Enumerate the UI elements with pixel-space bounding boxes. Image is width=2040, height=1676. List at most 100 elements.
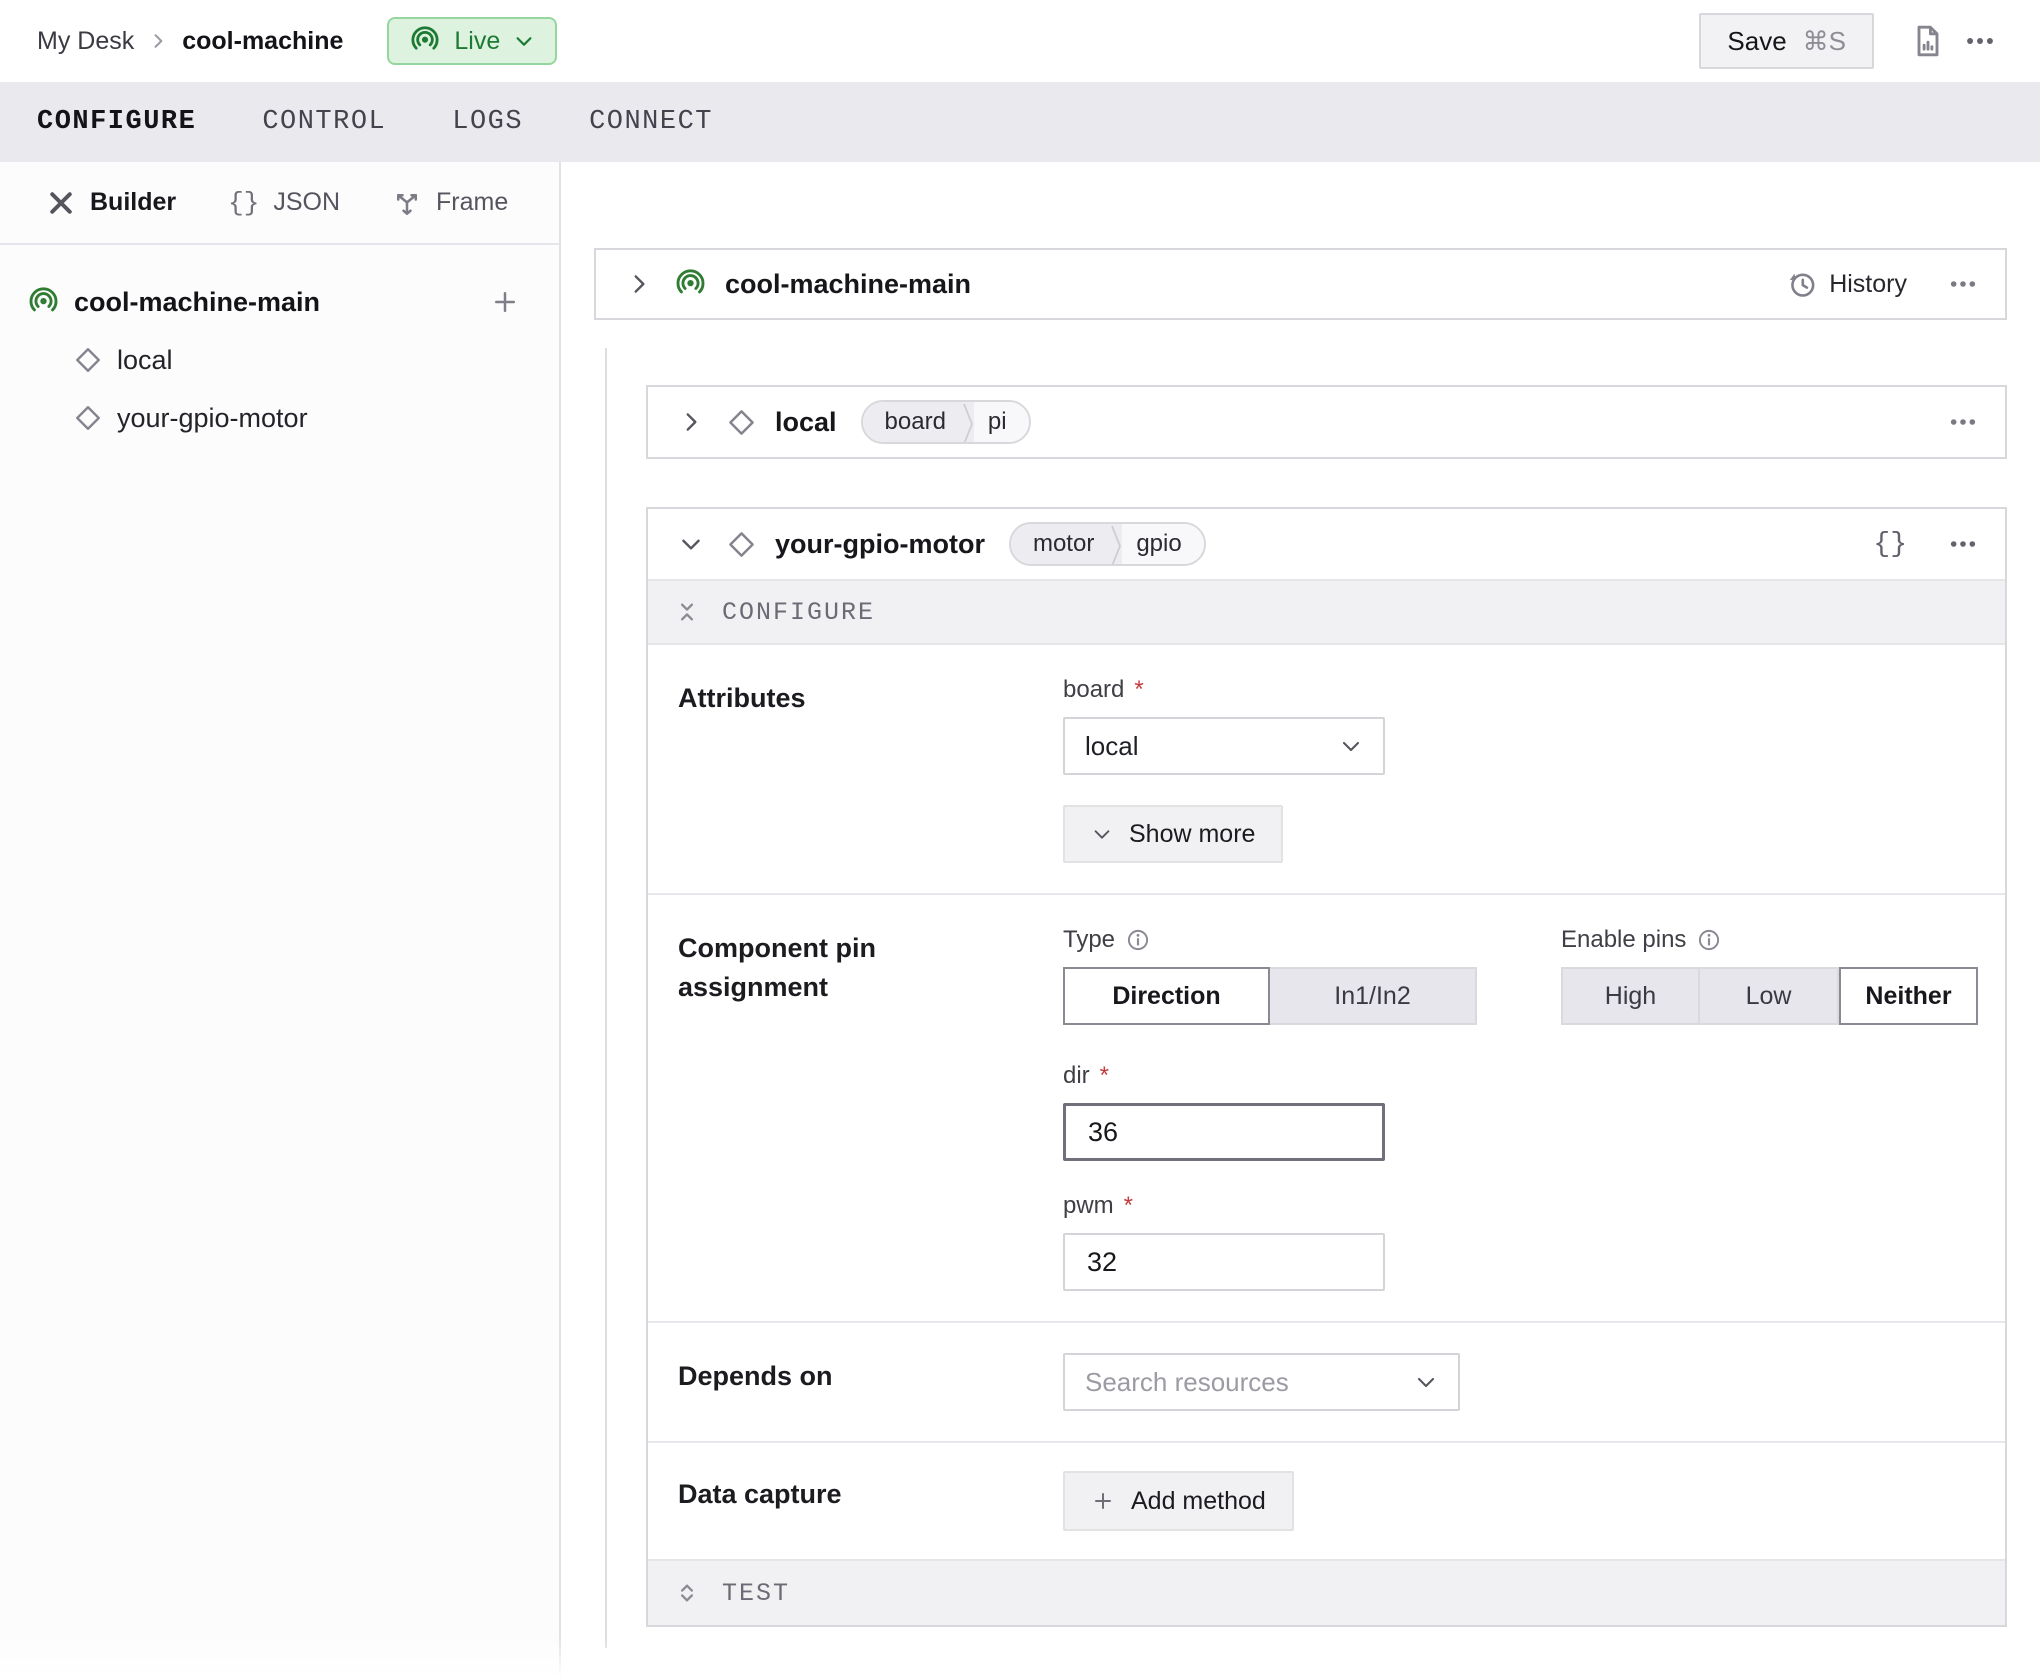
content-area: Builder {} JSON Frame bbox=[0, 162, 2040, 1676]
enable-option-high[interactable]: High bbox=[1561, 967, 1700, 1025]
breadcrumb-location[interactable]: My Desk bbox=[37, 27, 134, 56]
pwm-field-label: pwm* bbox=[1063, 1191, 1978, 1221]
machine-report-button[interactable] bbox=[1902, 15, 1954, 67]
component-diamond-icon bbox=[726, 407, 757, 438]
configure-section-header[interactable]: CONFIGURE bbox=[648, 579, 2005, 645]
depends-on-select[interactable]: Search resources bbox=[1063, 1353, 1460, 1411]
motor-card-actions: {} bbox=[1873, 528, 1979, 560]
board-select[interactable]: local bbox=[1063, 717, 1385, 775]
chevron-right-icon bbox=[626, 271, 652, 297]
config-main-panel: cool-machine-main History bbox=[561, 162, 2040, 1676]
test-section-header[interactable]: TEST bbox=[648, 1559, 2005, 1625]
local-card-menu-button[interactable] bbox=[1947, 406, 1979, 438]
local-card-title: local bbox=[775, 407, 837, 438]
pwm-input[interactable] bbox=[1063, 1233, 1385, 1291]
machine-part-title: cool-machine-main bbox=[725, 269, 971, 300]
machine-part-icon bbox=[27, 286, 60, 319]
motor-card-header: your-gpio-motor motor gpio {} bbox=[648, 509, 2005, 579]
machine-status-dropdown[interactable]: Live bbox=[387, 17, 557, 65]
machine-card-menu-button[interactable] bbox=[1947, 268, 1979, 300]
enable-option-low[interactable]: Low bbox=[1700, 967, 1839, 1025]
topbar-menu-button[interactable] bbox=[1954, 15, 2006, 67]
json-braces-icon: {} bbox=[228, 188, 259, 218]
gpio-motor-card: your-gpio-motor motor gpio {} bbox=[646, 507, 2007, 1627]
view-tab-json[interactable]: {} JSON bbox=[228, 188, 340, 218]
resource-tree: cool-machine-main local your-gpio-motor bbox=[0, 245, 559, 447]
pin-assignment-section: Component pin assignment Type Direction bbox=[648, 893, 2005, 1321]
tab-control[interactable]: CONTROL bbox=[262, 107, 386, 137]
tab-logs[interactable]: LOGS bbox=[452, 107, 523, 137]
breadcrumb-chevron-icon bbox=[148, 31, 168, 51]
view-tab-frame[interactable]: Frame bbox=[392, 188, 508, 218]
local-card-actions bbox=[1947, 406, 1979, 438]
enable-pins-field: Enable pins High Low Neither bbox=[1561, 925, 1978, 1025]
history-button[interactable]: History bbox=[1786, 269, 1907, 300]
tag-divider-icon bbox=[962, 402, 974, 444]
show-more-button[interactable]: Show more bbox=[1063, 805, 1283, 863]
tab-configure[interactable]: CONFIGURE bbox=[37, 107, 196, 137]
enable-pins-toggle-group: High Low Neither bbox=[1561, 967, 1978, 1025]
tree-item-your-gpio-motor[interactable]: your-gpio-motor bbox=[0, 389, 559, 447]
depends-on-fields: Search resources bbox=[1063, 1353, 1975, 1411]
pin-assignment-heading: Component pin assignment bbox=[678, 925, 1063, 1291]
dir-field: dir* bbox=[1063, 1061, 1978, 1161]
config-view-tabs: Builder {} JSON Frame bbox=[0, 162, 559, 245]
machine-part-icon bbox=[674, 268, 707, 301]
history-label: History bbox=[1829, 270, 1907, 299]
top-bar: My Desk cool-machine Live Save ⌘S bbox=[0, 0, 2040, 82]
machine-part-card-header: cool-machine-main History bbox=[596, 250, 2005, 318]
collapse-motor-card-button[interactable] bbox=[674, 527, 708, 561]
attributes-fields: board* local Show more bbox=[1063, 675, 1975, 863]
required-asterisk: * bbox=[1124, 1191, 1133, 1221]
view-tab-frame-label: Frame bbox=[436, 188, 508, 217]
document-chart-icon bbox=[1910, 23, 1946, 59]
enable-pins-label: Enable pins bbox=[1561, 925, 1978, 955]
tree-item-local[interactable]: local bbox=[0, 331, 559, 389]
ellipsis-icon bbox=[1947, 268, 1979, 300]
nesting-indent-line bbox=[605, 348, 607, 1648]
view-tab-builder[interactable]: Builder bbox=[46, 188, 176, 218]
enable-option-neither[interactable]: Neither bbox=[1839, 967, 1978, 1025]
motor-json-button[interactable]: {} bbox=[1873, 529, 1907, 560]
add-resource-button[interactable] bbox=[487, 284, 523, 320]
chevron-down-icon bbox=[513, 30, 535, 52]
chevron-right-icon bbox=[678, 409, 704, 435]
add-method-label: Add method bbox=[1131, 1487, 1266, 1516]
required-asterisk: * bbox=[1134, 675, 1143, 705]
type-option-direction[interactable]: Direction bbox=[1063, 967, 1270, 1025]
add-method-button[interactable]: Add method bbox=[1063, 1471, 1294, 1531]
tag-divider-icon bbox=[1110, 524, 1122, 566]
toggle-groups-row: Type Direction In1/In2 Enable bbox=[1063, 925, 1978, 1025]
component-diamond-icon bbox=[73, 403, 103, 433]
expand-local-card-button[interactable] bbox=[674, 405, 708, 439]
depends-on-heading: Depends on bbox=[678, 1353, 1063, 1411]
ellipsis-icon bbox=[1947, 528, 1979, 560]
builder-tools-icon bbox=[46, 188, 76, 218]
history-clock-icon bbox=[1786, 269, 1817, 300]
primary-tab-bar: CONFIGURE CONTROL LOGS CONNECT bbox=[0, 82, 2040, 162]
configure-section-label: CONFIGURE bbox=[722, 598, 875, 627]
required-asterisk: * bbox=[1100, 1061, 1109, 1091]
expand-machine-card-button[interactable] bbox=[622, 267, 656, 301]
data-capture-heading: Data capture bbox=[678, 1471, 1063, 1531]
tab-connect[interactable]: CONNECT bbox=[589, 107, 713, 137]
ellipsis-icon bbox=[1963, 24, 1997, 58]
board-field-label: board* bbox=[1063, 675, 1975, 705]
type-tag: motor bbox=[1011, 524, 1110, 564]
save-button[interactable]: Save ⌘S bbox=[1699, 13, 1874, 69]
tree-item-label: cool-machine-main bbox=[74, 287, 487, 318]
chevron-down-icon bbox=[678, 531, 704, 557]
type-toggle-group: Direction In1/In2 bbox=[1063, 967, 1477, 1025]
type-option-in1in2[interactable]: In1/In2 bbox=[1270, 967, 1477, 1025]
data-capture-fields: Add method bbox=[1063, 1471, 1975, 1531]
info-icon[interactable] bbox=[1696, 927, 1722, 953]
tree-item-machine-part[interactable]: cool-machine-main bbox=[0, 273, 559, 331]
local-type-model-tag: board pi bbox=[861, 400, 1031, 444]
motor-card-menu-button[interactable] bbox=[1947, 528, 1979, 560]
ellipsis-icon bbox=[1947, 406, 1979, 438]
info-icon[interactable] bbox=[1125, 927, 1151, 953]
dir-field-label: dir* bbox=[1063, 1061, 1978, 1091]
component-diamond-icon bbox=[726, 529, 757, 560]
dir-input[interactable] bbox=[1063, 1103, 1385, 1161]
save-shortcut: ⌘S bbox=[1803, 26, 1846, 57]
